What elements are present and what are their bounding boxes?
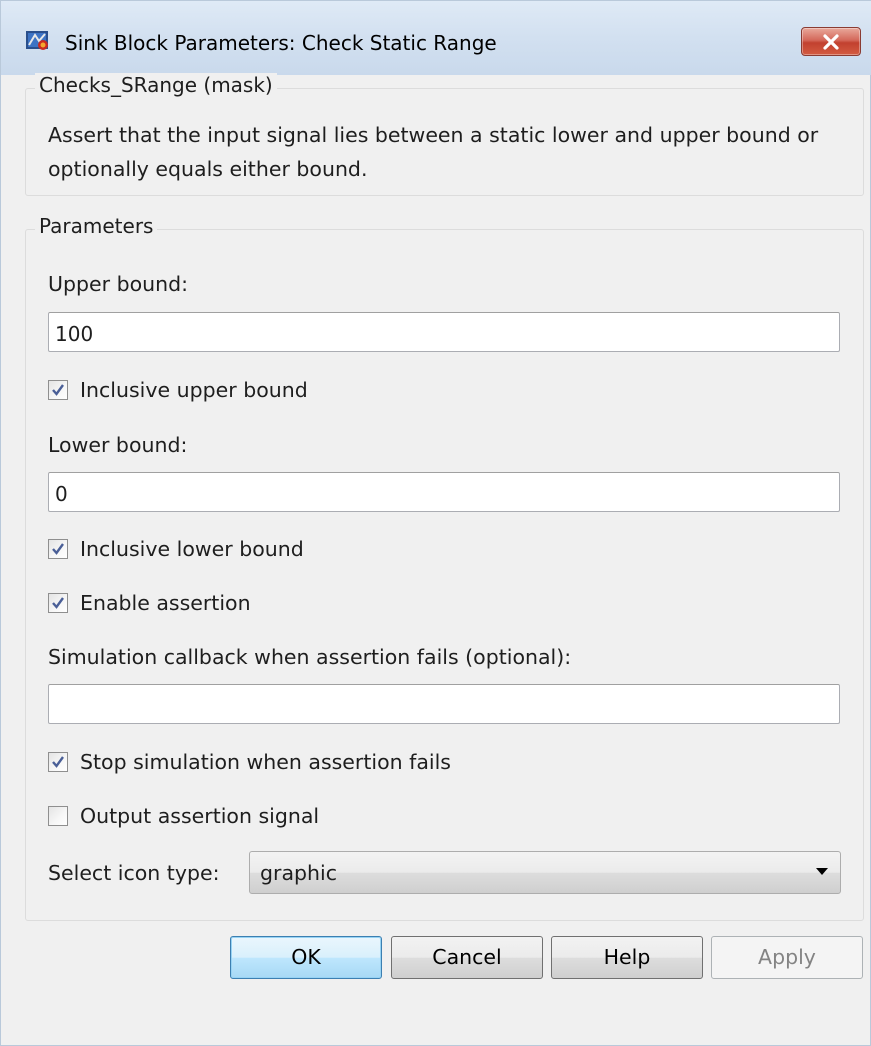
cancel-button[interactable]: Cancel [391, 936, 543, 979]
upper-bound-label: Upper bound: [48, 272, 189, 296]
callback-label: Simulation callback when assertion fails… [48, 645, 572, 669]
checkmark-icon [52, 756, 64, 768]
icon-type-value: graphic [260, 861, 337, 885]
upper-bound-input[interactable]: 100 [48, 312, 840, 352]
enable-assertion-label: Enable assertion [80, 591, 251, 615]
dialog-window: Sink Block Parameters: Check Static Rang… [0, 0, 871, 1046]
inclusive-upper-bound-label: Inclusive upper bound [80, 378, 308, 402]
mask-group-legend: Checks_SRange (mask) [35, 73, 277, 97]
callback-input[interactable] [48, 684, 840, 724]
inclusive-lower-bound-label: Inclusive lower bound [80, 537, 304, 561]
lower-bound-label: Lower bound: [48, 433, 188, 457]
block-description: Assert that the input signal lies betwee… [48, 123, 819, 181]
checkmark-icon [52, 597, 64, 609]
simulink-block-icon [25, 29, 51, 53]
close-button[interactable] [801, 27, 861, 56]
checkbox-box[interactable] [48, 752, 68, 772]
close-icon [823, 34, 839, 50]
checkbox-box[interactable] [48, 380, 68, 400]
help-button[interactable]: Help [551, 936, 703, 979]
checkbox-box[interactable] [48, 593, 68, 613]
checkmark-icon [52, 543, 64, 555]
apply-button[interactable]: Apply [711, 936, 863, 979]
dropdown-arrow-icon [816, 868, 828, 875]
icon-type-select[interactable]: graphic [249, 851, 841, 894]
lower-bound-input[interactable]: 0 [48, 472, 840, 512]
icon-type-label: Select icon type: [48, 861, 220, 885]
checkmark-icon [52, 384, 64, 396]
output-assertion-signal-label: Output assertion signal [80, 804, 320, 828]
checkbox-box[interactable] [48, 539, 68, 559]
stop-simulation-label: Stop simulation when assertion fails [80, 750, 451, 774]
checkbox-box[interactable] [48, 806, 68, 826]
parameters-group-legend: Parameters [35, 214, 158, 238]
window-title: Sink Block Parameters: Check Static Rang… [65, 31, 497, 55]
ok-button[interactable]: OK [230, 936, 382, 979]
title-bar[interactable]: Sink Block Parameters: Check Static Rang… [1, 1, 871, 75]
